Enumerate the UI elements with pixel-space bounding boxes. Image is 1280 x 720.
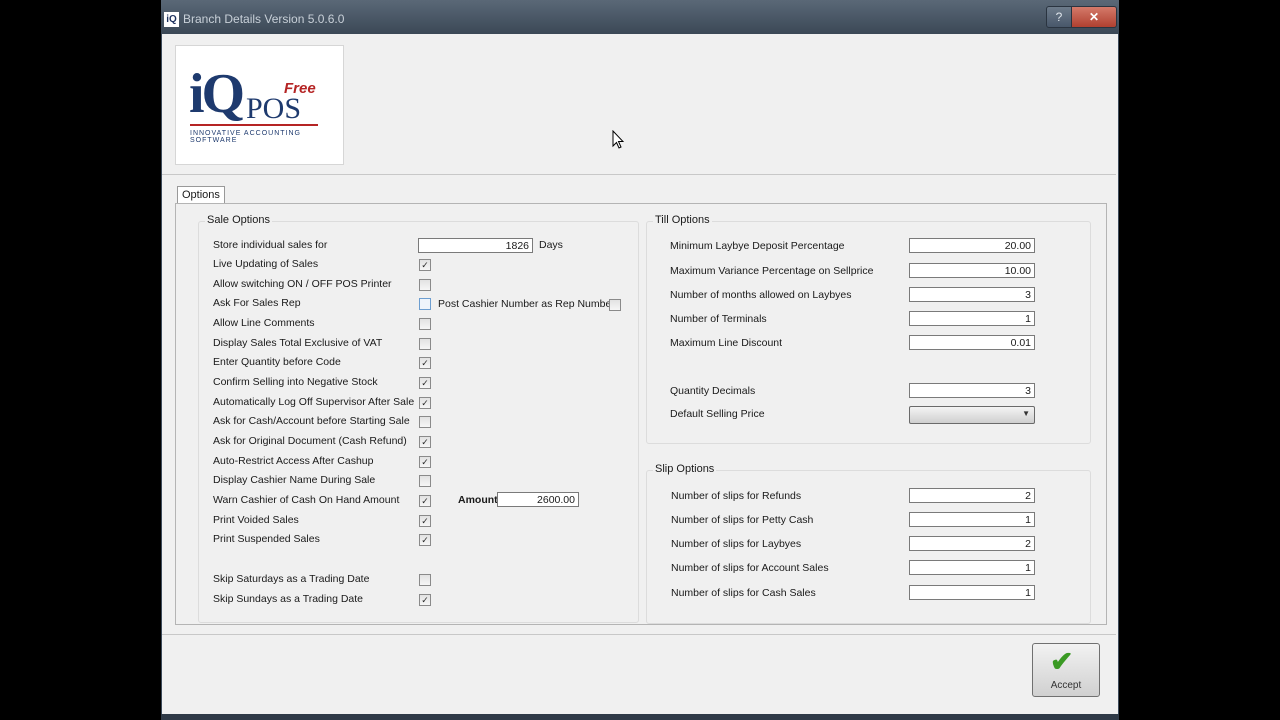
tab-options[interactable]: Options — [177, 186, 225, 204]
till-options-group: Till Options Minimum Laybye Deposit Perc… — [646, 214, 1091, 444]
client-area: iQ Free POS INNOVATIVE ACCOUNTING SOFTWA… — [162, 34, 1118, 714]
chevron-down-icon: ▼ — [1022, 409, 1030, 418]
amount-input[interactable]: 2600.00 — [497, 492, 579, 507]
sale-option-label: Display Sales Total Exclusive of VAT — [213, 337, 383, 349]
title-bar[interactable]: iQ Branch Details Version 5.0.6.0 ? ✕ — [161, 0, 1119, 34]
sale-option-label: Print Voided Sales — [213, 514, 299, 526]
help-button[interactable]: ? — [1046, 6, 1072, 28]
store-sales-label: Store individual sales for — [213, 239, 328, 251]
till-option-label: Maximum Line Discount — [670, 337, 783, 349]
sale-option-checkbox[interactable]: ✓ — [419, 495, 431, 507]
sale-options-title: Sale Options — [205, 214, 272, 226]
sale-option-label: Ask for Original Document (Cash Refund) — [213, 435, 407, 447]
slip-option-input[interactable]: 2 — [909, 488, 1035, 503]
sale-option-label: Auto-Restrict Access After Cashup — [213, 455, 374, 467]
till-option-input[interactable]: 3 — [909, 287, 1035, 302]
sale-option-checkbox[interactable]: ✓ — [419, 357, 431, 369]
sale-option-checkbox[interactable]: ✓ — [419, 534, 431, 546]
sale-option-checkbox[interactable]: ✓ — [419, 515, 431, 527]
slip-option-label: Number of slips for Cash Sales — [671, 587, 816, 599]
sale-option-label: Confirm Selling into Negative Stock — [213, 376, 378, 388]
app-window: iQ Branch Details Version 5.0.6.0 ? ✕ iQ… — [161, 0, 1119, 720]
close-button[interactable]: ✕ — [1071, 6, 1117, 28]
till-option-input[interactable]: 1 — [909, 311, 1035, 326]
post-cashier-checkbox[interactable] — [609, 299, 621, 311]
sale-options-group: Sale Options Store individual sales for … — [198, 214, 639, 623]
till-option-label: Number of Terminals — [670, 313, 767, 325]
till-option-label: Minimum Laybye Deposit Percentage — [670, 240, 845, 252]
logo: iQ Free POS INNOVATIVE ACCOUNTING SOFTWA… — [175, 45, 344, 165]
logo-tagline: INNOVATIVE ACCOUNTING SOFTWARE — [190, 130, 301, 144]
sale-option-label: Allow Line Comments — [213, 317, 315, 329]
header-area: iQ Free POS INNOVATIVE ACCOUNTING SOFTWA… — [162, 34, 1116, 175]
slip-option-input[interactable]: 1 — [909, 512, 1035, 527]
sale-option-label: Enter Quantity before Code — [213, 356, 341, 368]
till-option-input[interactable]: 3 — [909, 383, 1035, 398]
amount-label: Amount — [458, 494, 498, 506]
footer-divider — [162, 634, 1116, 635]
slip-options-title: Slip Options — [653, 463, 717, 475]
till-options-title: Till Options — [653, 214, 712, 226]
default-price-label: Default Selling Price — [670, 408, 765, 420]
sale-option-checkbox[interactable] — [419, 298, 431, 310]
window-bottom-edge — [161, 714, 1119, 720]
sale-option-label: Display Cashier Name During Sale — [213, 474, 376, 486]
sale-option-checkbox[interactable]: ✓ — [419, 377, 431, 389]
slip-option-label: Number of slips for Account Sales — [671, 562, 829, 574]
slip-option-label: Number of slips for Petty Cash — [671, 514, 814, 526]
sale-option-label: Ask For Sales Rep — [213, 297, 301, 309]
till-option-label: Maximum Variance Percentage on Sellprice — [670, 265, 874, 277]
mouse-cursor-icon — [612, 130, 624, 149]
store-sales-days-input[interactable]: 1826 — [418, 238, 533, 253]
slip-option-label: Number of slips for Refunds — [671, 490, 802, 502]
sale-option-checkbox[interactable]: ✓ — [419, 456, 431, 468]
options-panel: Sale Options Store individual sales for … — [175, 203, 1107, 625]
sale-option-label: Skip Saturdays as a Trading Date — [213, 573, 370, 585]
default-price-select[interactable]: ▼ — [909, 406, 1035, 424]
sale-option-checkbox[interactable] — [419, 279, 431, 291]
slip-option-input[interactable]: 1 — [909, 585, 1035, 600]
sale-option-checkbox[interactable]: ✓ — [419, 259, 431, 271]
post-cashier-label: Post Cashier Number as Rep Number — [438, 298, 615, 310]
logo-pos: POS — [246, 92, 302, 125]
till-option-label: Number of months allowed on Laybyes — [670, 289, 852, 301]
app-icon: iQ — [164, 12, 179, 27]
slip-option-input[interactable]: 1 — [909, 560, 1035, 575]
till-option-label: Quantity Decimals — [670, 385, 756, 397]
sale-option-checkbox[interactable] — [419, 416, 431, 428]
logo-brand: iQ — [189, 63, 245, 125]
sale-option-checkbox[interactable]: ✓ — [419, 436, 431, 448]
till-option-input[interactable]: 10.00 — [909, 263, 1035, 278]
slip-option-input[interactable]: 2 — [909, 536, 1035, 551]
days-unit-label: Days — [539, 239, 563, 251]
sale-option-checkbox[interactable]: ✓ — [419, 397, 431, 409]
logo-divider — [190, 124, 318, 126]
sale-option-checkbox[interactable] — [419, 338, 431, 350]
sale-option-label: Warn Cashier of Cash On Hand Amount — [213, 494, 400, 506]
sale-option-label: Live Updating of Sales — [213, 258, 319, 270]
checkmark-icon: ✔ — [1050, 646, 1074, 677]
sale-option-label: Allow switching ON / OFF POS Printer — [213, 278, 392, 290]
till-option-input[interactable]: 20.00 — [909, 238, 1035, 253]
sale-option-checkbox[interactable] — [419, 574, 431, 586]
slip-options-group: Slip Options Number of slips for Refunds… — [646, 463, 1091, 624]
till-option-input[interactable]: 0.01 — [909, 335, 1035, 350]
accept-button[interactable]: ✔ Accept — [1032, 643, 1100, 697]
sale-option-label: Automatically Log Off Supervisor After S… — [213, 396, 415, 408]
sale-option-label: Print Suspended Sales — [213, 533, 320, 545]
sale-option-label: Skip Sundays as a Trading Date — [213, 593, 364, 605]
sale-option-label: Ask for Cash/Account before Starting Sal… — [213, 415, 410, 427]
accept-label: Accept — [1050, 680, 1082, 691]
slip-option-label: Number of slips for Laybyes — [671, 538, 802, 550]
sale-option-checkbox[interactable] — [419, 318, 431, 330]
sale-option-checkbox[interactable]: ✓ — [419, 594, 431, 606]
window-title: Branch Details Version 5.0.6.0 — [183, 12, 345, 26]
sale-option-checkbox[interactable] — [419, 475, 431, 487]
